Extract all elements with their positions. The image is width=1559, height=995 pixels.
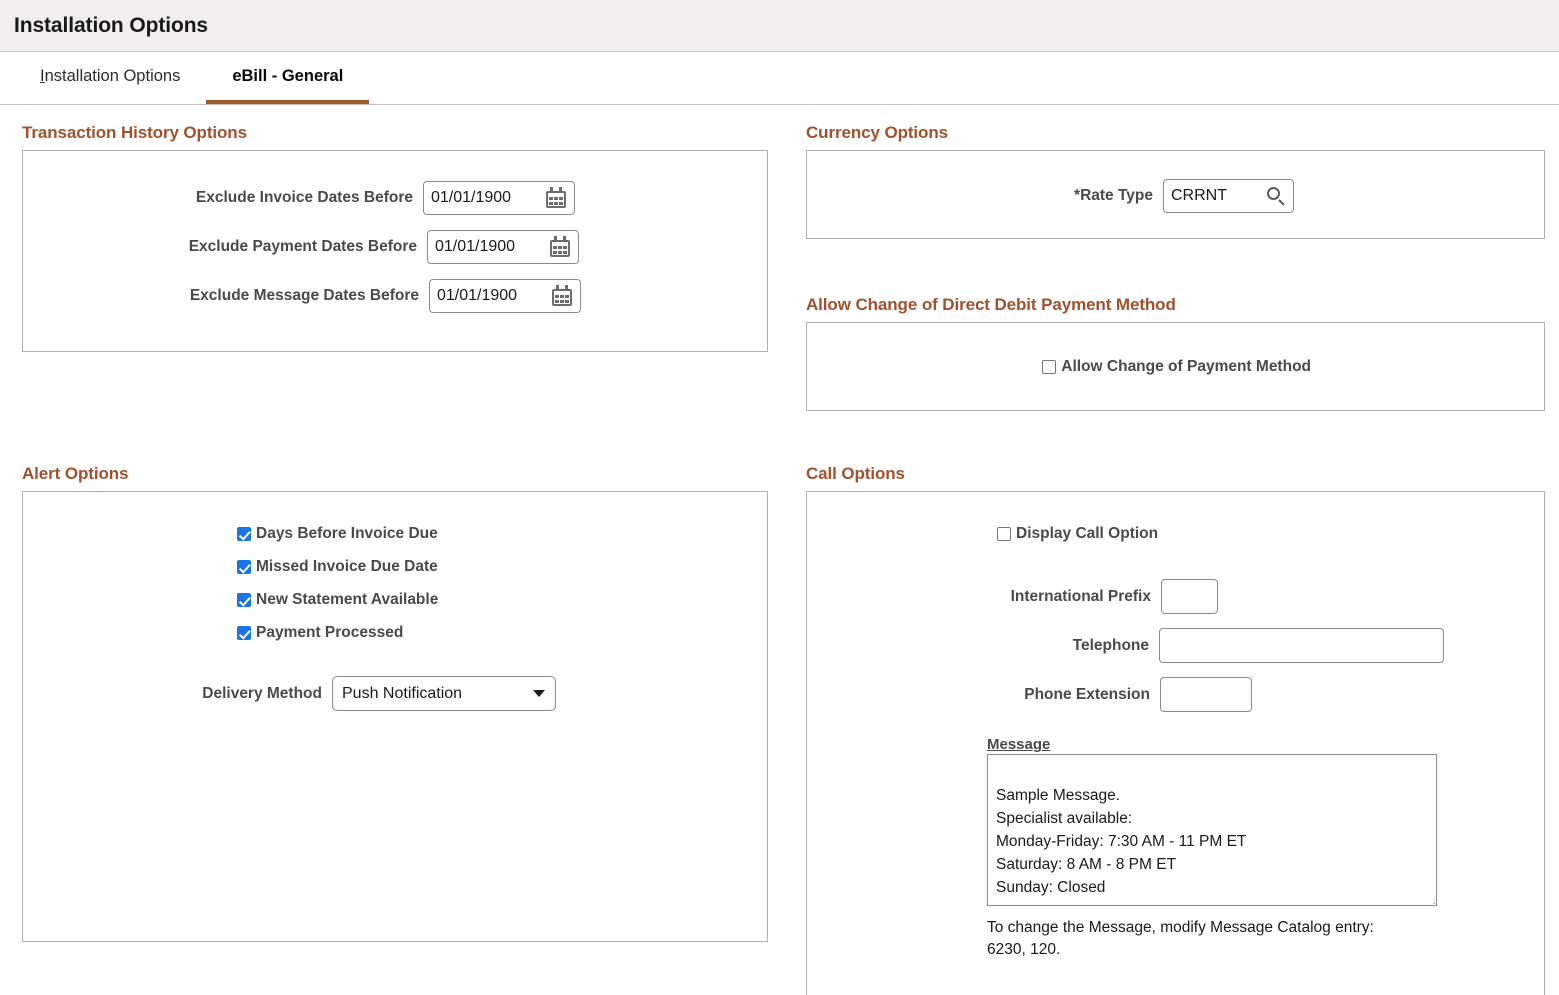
label-phone-extension: Phone Extension: [1024, 686, 1160, 704]
checkbox-label-allow-change-payment-method: Allow Change of Payment Method: [1061, 358, 1311, 376]
checkbox-box-display-call-option[interactable]: [997, 527, 1011, 541]
section-title-transaction-history: Transaction History Options: [22, 123, 768, 143]
page-header: Installation Options: [0, 0, 1559, 52]
value-exclude-invoice-dates: 01/01/1900: [431, 189, 539, 207]
field-international-prefix: International Prefix: [807, 579, 1544, 614]
checkbox-missed-invoice-due-date[interactable]: Missed Invoice Due Date: [237, 558, 767, 576]
checkbox-box-allow-change-payment-method[interactable]: [1042, 360, 1056, 374]
resize-handle-icon[interactable]: [1422, 891, 1435, 904]
calendar-icon[interactable]: [545, 187, 567, 209]
input-exclude-invoice-dates[interactable]: 01/01/1900: [423, 181, 575, 215]
field-telephone: Telephone: [807, 628, 1544, 663]
panel-call-options: Display Call Option International Prefix…: [806, 491, 1545, 995]
label-international-prefix: International Prefix: [1011, 588, 1161, 606]
checkbox-box-days-before-invoice-due[interactable]: [237, 527, 251, 541]
checkbox-payment-processed[interactable]: Payment Processed: [237, 624, 767, 642]
panel-currency-options: *Rate Type CRRNT: [806, 150, 1545, 239]
panel-direct-debit: Allow Change of Payment Method: [806, 322, 1545, 411]
field-rate-type: *Rate Type CRRNT: [807, 179, 1544, 213]
tab-ebill-general[interactable]: eBill - General: [206, 52, 369, 104]
tab-installation-options[interactable]: Installation Options: [14, 52, 206, 104]
checkbox-display-call-option[interactable]: Display Call Option: [997, 525, 1544, 543]
checkbox-label-missed-invoice-due-date: Missed Invoice Due Date: [256, 558, 438, 576]
input-exclude-message-dates[interactable]: 01/01/1900: [429, 279, 581, 313]
message-group: Message Sample Message. Specialist avail…: [807, 736, 1544, 961]
calendar-icon[interactable]: [549, 236, 571, 258]
section-direct-debit: Allow Change of Direct Debit Payment Met…: [806, 295, 1545, 411]
checkbox-label-payment-processed: Payment Processed: [256, 624, 403, 642]
input-exclude-payment-dates[interactable]: 01/01/1900: [427, 230, 579, 264]
input-phone-extension[interactable]: [1160, 677, 1252, 712]
message-hint-text: To change the Message, modify Message Ca…: [987, 917, 1407, 961]
value-delivery-method: Push Notification: [342, 685, 462, 703]
label-exclude-payment-dates: Exclude Payment Dates Before: [189, 238, 427, 256]
page-title: Installation Options: [14, 14, 208, 38]
section-title-alert-options: Alert Options: [22, 464, 768, 484]
value-message: Sample Message. Specialist available: Mo…: [996, 787, 1246, 896]
value-rate-type: CRRNT: [1171, 187, 1262, 205]
section-title-direct-debit: Allow Change of Direct Debit Payment Met…: [806, 295, 1545, 315]
section-currency-options: Currency Options *Rate Type CRRNT: [806, 123, 1545, 239]
value-exclude-payment-dates: 01/01/1900: [435, 238, 543, 256]
section-title-currency-options: Currency Options: [806, 123, 1545, 143]
input-telephone[interactable]: [1159, 628, 1444, 663]
section-title-call-options: Call Options: [806, 464, 1545, 484]
tab-installation-options-label: nstallation Options: [45, 67, 181, 86]
label-telephone: Telephone: [1073, 637, 1159, 655]
calendar-icon[interactable]: [551, 285, 573, 307]
checkbox-days-before-invoice-due[interactable]: Days Before Invoice Due: [237, 525, 767, 543]
panel-alert-options: Days Before Invoice Due Missed Invoice D…: [22, 491, 768, 942]
field-delivery-method: Delivery Method Push Notification: [23, 676, 767, 711]
section-transaction-history: Transaction History Options Exclude Invo…: [22, 123, 768, 352]
field-exclude-invoice-dates: Exclude Invoice Dates Before 01/01/1900: [23, 181, 767, 215]
checkbox-label-display-call-option: Display Call Option: [1016, 525, 1158, 543]
checkbox-box-missed-invoice-due-date[interactable]: [237, 560, 251, 574]
section-alert-options: Alert Options Days Before Invoice Due Mi…: [22, 464, 768, 942]
field-exclude-payment-dates: Exclude Payment Dates Before 01/01/1900: [23, 230, 767, 264]
panel-transaction-history: Exclude Invoice Dates Before 01/01/1900 …: [22, 150, 768, 352]
select-delivery-method[interactable]: Push Notification: [332, 676, 556, 711]
input-rate-type[interactable]: CRRNT: [1163, 179, 1294, 213]
checkbox-allow-change-payment-method[interactable]: Allow Change of Payment Method: [1042, 358, 1311, 376]
checkbox-box-payment-processed[interactable]: [237, 626, 251, 640]
value-exclude-message-dates: 01/01/1900: [437, 287, 545, 305]
tab-ebill-general-label: eBill - General: [232, 67, 343, 86]
label-rate-type: *Rate Type: [1074, 187, 1163, 205]
label-message: Message: [987, 736, 1544, 753]
input-international-prefix[interactable]: [1161, 579, 1218, 614]
label-exclude-message-dates: Exclude Message Dates Before: [190, 287, 429, 305]
checkbox-new-statement-available[interactable]: New Statement Available: [237, 591, 767, 609]
field-phone-extension: Phone Extension: [807, 677, 1544, 712]
section-call-options: Call Options Display Call Option Interna…: [806, 464, 1545, 995]
search-icon[interactable]: [1266, 186, 1286, 206]
label-delivery-method: Delivery Method: [202, 685, 332, 703]
chevron-down-icon: [533, 690, 545, 697]
textarea-message[interactable]: Sample Message. Specialist available: Mo…: [987, 754, 1437, 906]
checkbox-label-new-statement-available: New Statement Available: [256, 591, 438, 609]
tab-strip: Installation Options eBill - General: [0, 52, 1559, 105]
content-area: Transaction History Options Exclude Invo…: [0, 105, 1559, 995]
label-exclude-invoice-dates: Exclude Invoice Dates Before: [196, 189, 423, 207]
checkbox-box-new-statement-available[interactable]: [237, 593, 251, 607]
checkbox-label-days-before-invoice-due: Days Before Invoice Due: [256, 525, 438, 543]
field-exclude-message-dates: Exclude Message Dates Before 01/01/1900: [23, 279, 767, 313]
